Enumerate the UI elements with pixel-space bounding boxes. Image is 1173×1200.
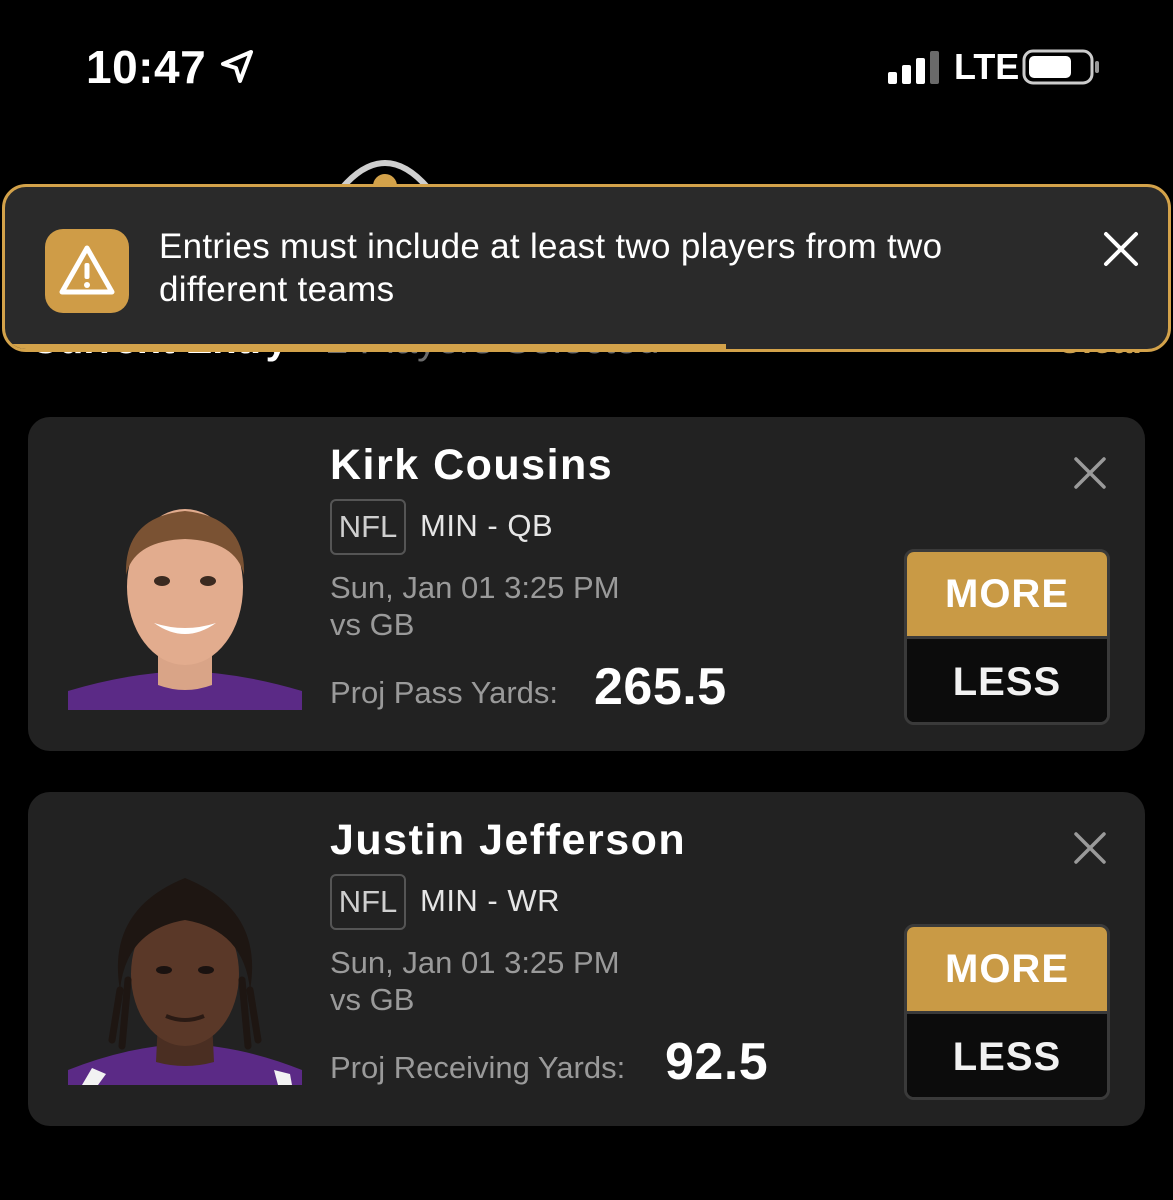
projection-value: 92.5 (665, 1033, 769, 1091)
remove-player-icon[interactable] (1072, 455, 1108, 491)
close-icon[interactable] (1101, 229, 1141, 269)
more-less-toggle: MORE LESS (904, 549, 1110, 725)
signal-bars-icon (888, 51, 939, 84)
projection-label: Proj Pass Yards: (330, 675, 559, 710)
player-headshot (68, 509, 302, 710)
location-arrow-icon (221, 50, 253, 83)
less-button[interactable]: LESS (907, 1014, 1107, 1097)
warning-triangle-icon (59, 245, 115, 295)
status-bar: 10:47 LTE (0, 0, 1173, 130)
player-card: Justin Jefferson NFL MIN - WR Sun, Jan 0… (28, 792, 1145, 1126)
player-headshot (68, 878, 302, 1085)
warning-toast: Entries must include at least two player… (2, 184, 1171, 352)
game-time: Sun, Jan 01 3:25 PM (330, 570, 620, 605)
carrier-label: LTE (954, 46, 1020, 87)
projection-value: 265.5 (594, 658, 727, 716)
status-time: 10:47 (86, 41, 207, 93)
remove-player-icon[interactable] (1072, 830, 1108, 866)
more-button[interactable]: MORE (907, 552, 1107, 636)
game-time: Sun, Jan 01 3:25 PM (330, 945, 620, 980)
player-name: Kirk Cousins (330, 441, 614, 489)
more-button[interactable]: MORE (907, 927, 1107, 1011)
toast-icon-container (45, 229, 129, 313)
more-less-toggle: MORE LESS (904, 924, 1110, 1100)
league-badge: NFL (330, 874, 406, 930)
opponent: vs GB (330, 607, 415, 642)
projection-label: Proj Receiving Yards: (330, 1050, 626, 1085)
toast-message: Entries must include at least two player… (159, 227, 943, 309)
team-position: MIN - QB (420, 508, 554, 543)
less-button[interactable]: LESS (907, 639, 1107, 722)
league-badge: NFL (330, 499, 406, 555)
team-position: MIN - WR (420, 883, 561, 918)
player-name: Justin Jefferson (330, 816, 687, 864)
player-card: Kirk Cousins NFL MIN - QB Sun, Jan 01 3:… (28, 417, 1145, 751)
toast-progress-fill (5, 344, 727, 349)
opponent: vs GB (330, 982, 415, 1017)
battery-icon (1022, 49, 1099, 85)
toast-progress-bar (5, 344, 1168, 349)
